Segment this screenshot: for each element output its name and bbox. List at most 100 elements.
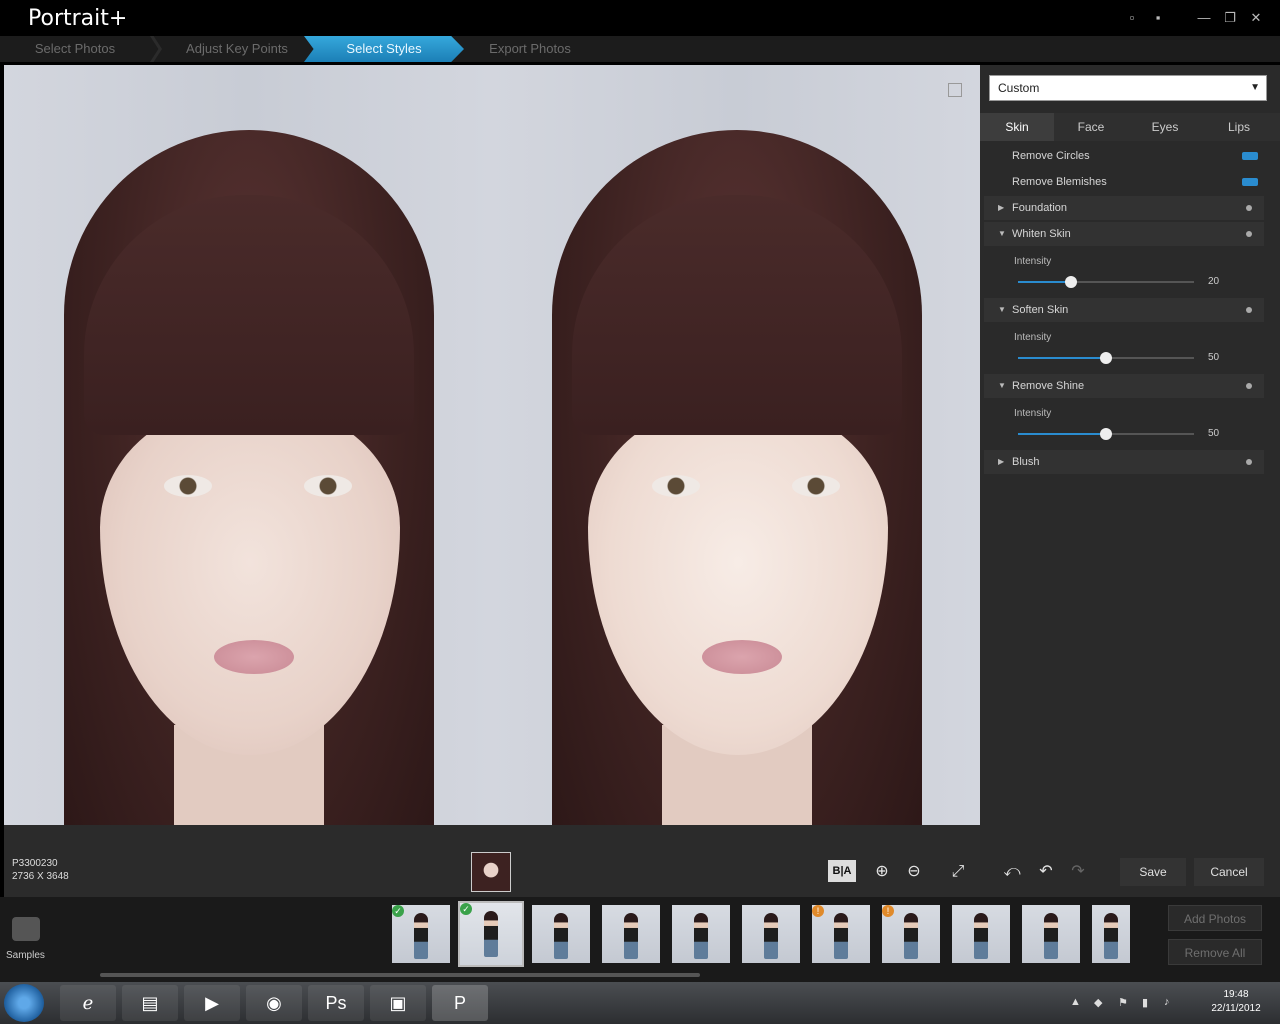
tray-app-icon[interactable]: ◆ — [1094, 996, 1102, 1009]
step-adjust-key-points[interactable]: Adjust Key Points — [172, 36, 302, 62]
tray-clock[interactable]: 19:48 22/11/2012 — [1206, 988, 1266, 1016]
tab-lips[interactable]: Lips — [1202, 113, 1276, 141]
tray-arrow-icon[interactable]: ▲ — [1070, 996, 1081, 1008]
remove-all-button[interactable]: Remove All — [1168, 939, 1262, 965]
network-icon[interactable]: ▮ — [1142, 996, 1148, 1009]
photo-preview[interactable] — [4, 65, 980, 897]
tab-skin[interactable]: Skin — [980, 113, 1054, 141]
wizard-steps: Select Photos Adjust Key Points Select S… — [0, 36, 1280, 62]
film-thumbnail[interactable] — [1092, 905, 1130, 963]
collapse-triangle-icon[interactable]: ▼ — [998, 222, 1006, 246]
firefox-icon[interactable]: ◉ — [246, 985, 302, 1021]
film-thumbnail[interactable] — [532, 905, 590, 963]
minimize-icon[interactable]: — — [1196, 10, 1212, 26]
step-export-photos[interactable]: Export Photos — [470, 36, 590, 62]
restore-icon[interactable]: ❐ — [1222, 10, 1238, 26]
soften-intensity-slider[interactable] — [1018, 352, 1194, 364]
file-explorer-icon[interactable]: ▤ — [122, 985, 178, 1021]
film-thumbnail[interactable] — [1022, 905, 1080, 963]
step-select-styles[interactable]: Select Styles — [304, 36, 464, 62]
feedback-icon[interactable]: ▪ — [1150, 10, 1166, 26]
section-remove-shine[interactable]: ▼ Remove Shine — [984, 374, 1264, 398]
slider-thumb[interactable] — [1100, 352, 1112, 364]
photo-dimensions: 2736 X 3648 — [12, 871, 69, 882]
zoom-out-icon[interactable]: ⊖ — [902, 860, 926, 884]
film-thumbnail-selected[interactable]: ✓ — [458, 901, 524, 967]
tab-eyes[interactable]: Eyes — [1128, 113, 1202, 141]
toggle-on-icon[interactable] — [1242, 152, 1258, 160]
film-thumbnail[interactable]: ✓ — [392, 905, 450, 963]
before-after-toggle[interactable]: B|A — [828, 860, 856, 882]
film-thumbnail[interactable]: ! — [882, 905, 940, 963]
undo-all-icon[interactable]: ⤺ — [1000, 860, 1024, 884]
section-whiten-skin[interactable]: ▼ Whiten Skin — [984, 222, 1264, 246]
redo-icon[interactable]: ↷ — [1066, 860, 1090, 884]
documents-icon[interactable]: ▣ — [370, 985, 426, 1021]
warning-icon: ! — [882, 905, 894, 917]
toggle-dot-icon[interactable] — [1246, 231, 1252, 237]
flag-icon[interactable]: ⚑ — [1118, 996, 1128, 1009]
section-foundation[interactable]: ▶ Foundation — [984, 196, 1264, 220]
section-label: Blush — [1012, 456, 1040, 468]
tab-face[interactable]: Face — [1054, 113, 1128, 141]
help-icon[interactable]: ▫ — [1124, 10, 1140, 26]
shine-slider-row: 50 — [984, 422, 1264, 446]
samples-icon[interactable] — [12, 917, 40, 941]
cancel-button[interactable]: Cancel — [1194, 858, 1264, 886]
section-blush[interactable]: ▶ Blush — [984, 450, 1264, 474]
film-thumbnail[interactable] — [672, 905, 730, 963]
app-title: Portrait+ — [28, 6, 128, 31]
row-remove-circles[interactable]: Remove Circles — [984, 144, 1264, 168]
current-photo-thumbnail[interactable] — [471, 852, 511, 892]
volume-icon[interactable]: ♪ — [1164, 996, 1170, 1008]
fit-screen-icon[interactable]: ⤢ — [946, 860, 970, 884]
samples-label[interactable]: Samples — [6, 950, 45, 961]
toggle-on-icon[interactable] — [1242, 178, 1258, 186]
collapse-triangle-icon[interactable]: ▼ — [998, 374, 1006, 398]
zoom-in-icon[interactable]: ⊕ — [870, 860, 894, 884]
shine-intensity-slider[interactable] — [1018, 428, 1194, 440]
save-button[interactable]: Save — [1120, 858, 1186, 886]
close-icon[interactable]: ✕ — [1248, 10, 1264, 26]
toggle-dot-icon[interactable] — [1246, 383, 1252, 389]
chevron-down-icon: ▼ — [1250, 82, 1260, 93]
filmstrip-scrollbar[interactable] — [100, 973, 700, 977]
slider-thumb[interactable] — [1100, 428, 1112, 440]
before-photo — [4, 65, 492, 897]
preset-dropdown[interactable]: Custom ▼ — [989, 75, 1267, 101]
internet-explorer-icon[interactable]: ℯ — [60, 985, 116, 1021]
photo-info: P3300230 2736 X 3648 — [12, 857, 69, 883]
title-bar: Portrait+ ▫ ▪ — ❐ ✕ — [0, 0, 1280, 36]
start-button[interactable] — [4, 984, 44, 1022]
warning-icon: ! — [812, 905, 824, 917]
film-thumbnail[interactable] — [952, 905, 1010, 963]
section-label: Remove Shine — [1012, 380, 1085, 392]
soften-slider-row: 50 — [984, 346, 1264, 370]
style-tabs: Skin Face Eyes Lips — [980, 113, 1280, 141]
section-soften-skin[interactable]: ▼ Soften Skin — [984, 298, 1264, 322]
film-thumbnail[interactable] — [602, 905, 660, 963]
photoshop-icon[interactable]: Ps — [308, 985, 364, 1021]
expand-triangle-icon[interactable]: ▶ — [998, 450, 1004, 474]
add-photos-button[interactable]: Add Photos — [1168, 905, 1262, 931]
after-photo — [492, 65, 980, 897]
expand-triangle-icon[interactable]: ▶ — [998, 196, 1004, 220]
check-icon: ✓ — [392, 905, 404, 917]
toggle-dot-icon[interactable] — [1246, 307, 1252, 313]
collapse-triangle-icon[interactable]: ▼ — [998, 298, 1006, 322]
undo-icon[interactable]: ↶ — [1034, 860, 1058, 884]
toggle-dot-icon[interactable] — [1246, 459, 1252, 465]
row-remove-blemishes[interactable]: Remove Blemishes — [984, 170, 1264, 194]
whiten-intensity-slider[interactable] — [1018, 276, 1194, 288]
media-player-icon[interactable]: ▶ — [184, 985, 240, 1021]
film-thumbnail[interactable]: ! — [812, 905, 870, 963]
clock-time: 19:48 — [1223, 989, 1249, 1000]
preview-mode-checkbox[interactable] — [948, 83, 962, 97]
section-label: Soften Skin — [1012, 304, 1069, 316]
toggle-dot-icon[interactable] — [1246, 205, 1252, 211]
step-select-photos[interactable]: Select Photos — [20, 36, 130, 62]
portrait-plus-icon[interactable]: P — [432, 985, 488, 1021]
section-label: Whiten Skin — [1012, 228, 1071, 240]
film-thumbnail[interactable] — [742, 905, 800, 963]
slider-thumb[interactable] — [1064, 276, 1077, 288]
